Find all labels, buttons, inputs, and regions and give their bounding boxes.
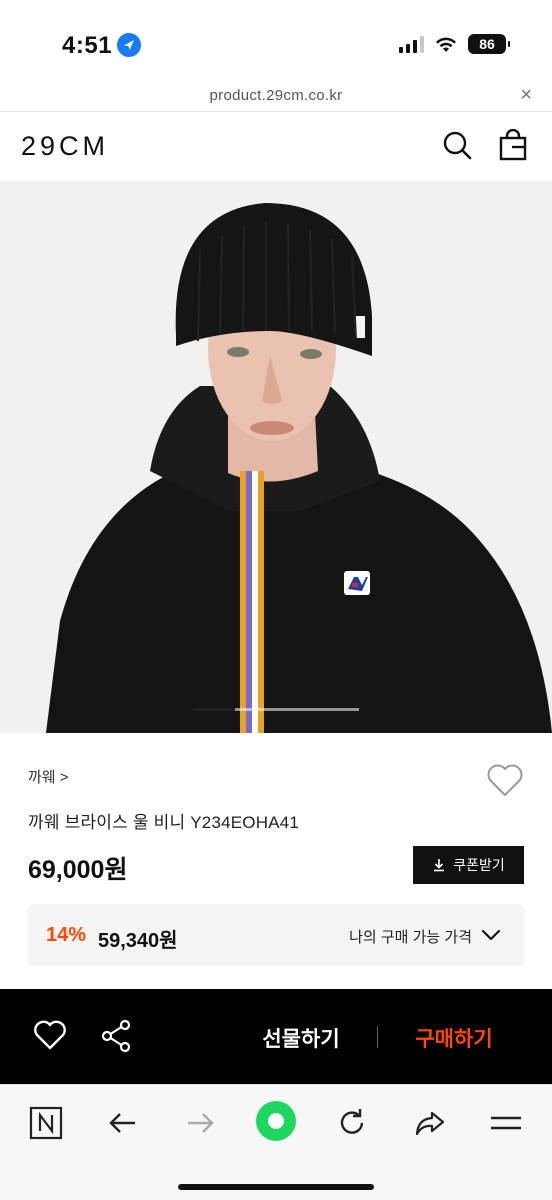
battery-level: 86	[479, 36, 495, 52]
gift-button[interactable]: 선물하기	[240, 1023, 362, 1053]
cellular-signal-icon	[399, 35, 424, 53]
discount-rate: 14%	[46, 924, 87, 946]
buy-button[interactable]: 구매하기	[398, 1023, 510, 1053]
site-header: 29CM	[0, 113, 552, 181]
url-text[interactable]: product.29cm.co.kr	[0, 87, 552, 104]
coupon-label: 쿠폰받기	[453, 857, 505, 873]
wifi-icon	[436, 37, 456, 52]
download-icon	[434, 859, 445, 872]
heart-icon[interactable]	[486, 762, 524, 798]
battery-icon: 86	[468, 34, 510, 54]
close-icon[interactable]: ×	[520, 84, 532, 107]
carousel-progress	[193, 708, 235, 711]
coupon-download-button[interactable]: 쿠폰받기	[413, 846, 524, 884]
purchase-action-bar: 선물하기 구매하기	[0, 989, 552, 1084]
location-arrow-icon	[117, 33, 141, 57]
status-bar: 4:51 86	[0, 0, 552, 80]
status-indicators: 86	[399, 34, 510, 54]
refresh-icon[interactable]	[334, 1105, 370, 1141]
brand-link[interactable]: 까웨 >	[28, 766, 69, 787]
browser-url-bar[interactable]: product.29cm.co.kr ×	[0, 80, 552, 112]
discount-price: 59,340원	[98, 930, 178, 952]
product-price: 69,000원	[28, 856, 128, 884]
browser-toolbar	[0, 1084, 552, 1200]
green-home-icon[interactable]	[254, 1099, 298, 1143]
my-price-dropdown[interactable]: 14% 59,340원 나의 구매 가능 가격	[28, 904, 524, 966]
heart-icon[interactable]	[33, 1019, 67, 1051]
my-price-label: 나의 구매 가능 가격	[349, 929, 472, 946]
forward-arrow-icon[interactable]	[182, 1105, 218, 1141]
product-image[interactable]	[0, 181, 552, 733]
naver-n-icon[interactable]	[28, 1105, 64, 1141]
status-time: 4:51	[62, 32, 113, 59]
site-logo[interactable]: 29CM	[21, 131, 109, 162]
action-divider	[377, 1026, 378, 1048]
image-carousel-indicator	[193, 708, 359, 711]
chevron-down-icon	[481, 929, 501, 941]
shopping-bag-icon[interactable]	[497, 129, 529, 161]
menu-icon[interactable]	[488, 1105, 524, 1141]
home-indicator	[178, 1184, 374, 1190]
search-icon[interactable]	[441, 129, 473, 161]
back-arrow-icon[interactable]	[105, 1105, 141, 1141]
share-icon[interactable]	[100, 1019, 132, 1053]
share-arrow-icon[interactable]	[412, 1105, 448, 1141]
product-name: 까웨 브라이스 울 비니 Y234EOHA41	[28, 813, 300, 832]
